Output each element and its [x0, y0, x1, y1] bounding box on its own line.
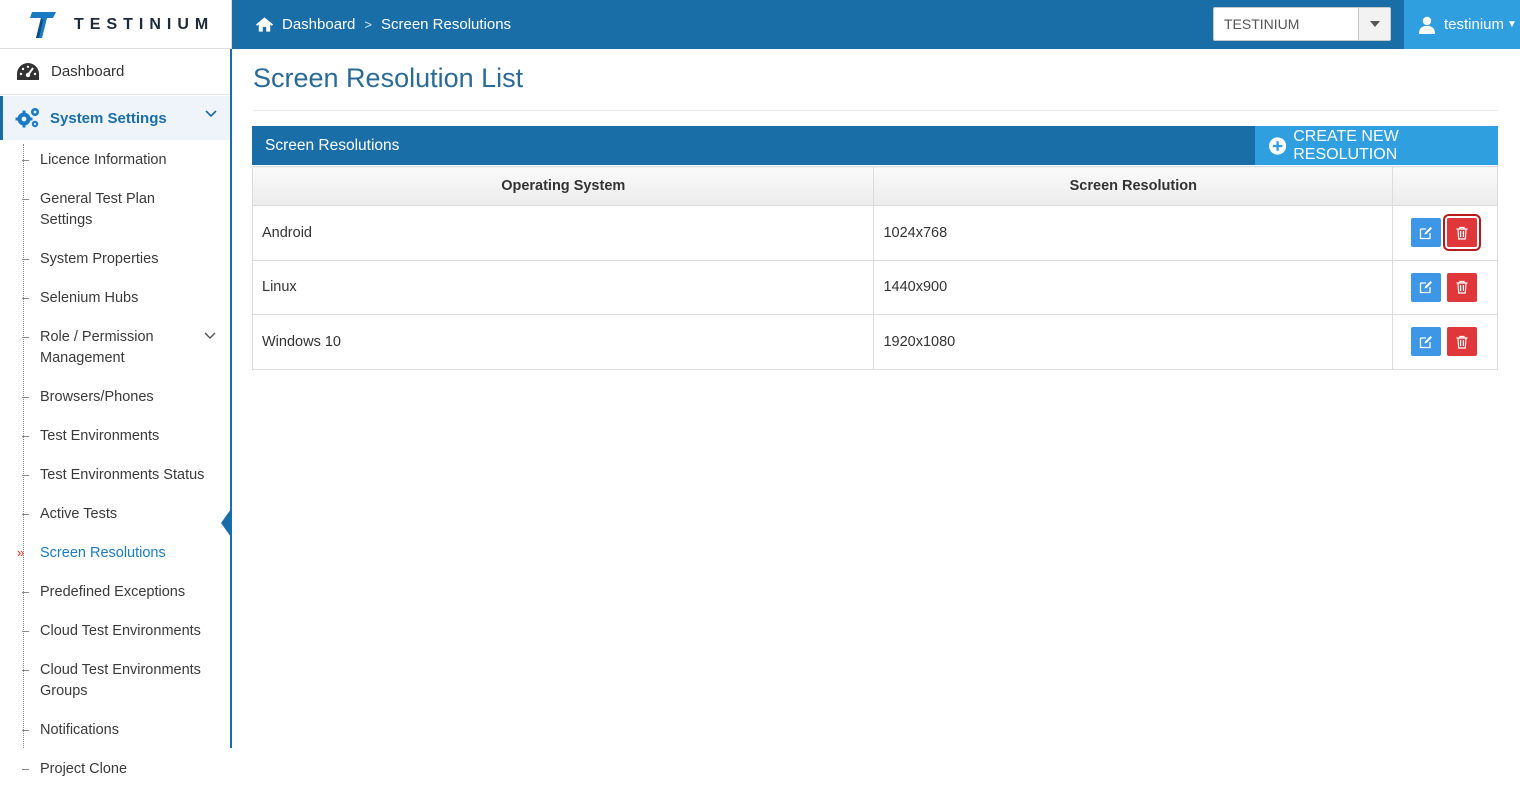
cell-screen-resolution: 1440x900 — [873, 259, 1394, 315]
sidebar-item-cloud-test-environments[interactable]: Cloud Test Environments — [0, 612, 230, 651]
sidebar-item-predefined-exceptions[interactable]: Predefined Exceptions — [0, 573, 230, 612]
sidebar-section-label: System Settings — [50, 109, 167, 127]
sidebar-item-test-environments[interactable]: Test Environments — [0, 417, 230, 456]
edit-icon — [1419, 335, 1433, 348]
project-select-value: TESTINIUM — [1224, 16, 1300, 32]
home-icon[interactable] — [255, 16, 274, 33]
sidebar-item-label: Cloud Test Environments — [40, 623, 201, 639]
table-row: Linux 1440x900 — [251, 259, 1498, 315]
edit-button[interactable] — [1411, 272, 1442, 302]
project-select[interactable]: TESTINIUM — [1213, 7, 1391, 41]
chevron-down-icon[interactable] — [204, 332, 216, 340]
column-header-screen-resolution[interactable]: Screen Resolution — [873, 166, 1394, 206]
cell-actions — [1392, 314, 1498, 370]
cell-actions — [1392, 259, 1498, 315]
sidebar-item-label: Selenium Hubs — [40, 290, 139, 306]
plus-circle-icon — [1269, 136, 1287, 155]
sidebar-item-label: Active Tests — [40, 506, 118, 522]
sidebar-submenu: Licence Information General Test Plan Se… — [0, 141, 230, 789]
sidebar-item-label: General Test Plan Settings — [40, 191, 155, 228]
panel-header: Screen Resolutions CREATE NEW RESOLUTION — [252, 126, 1498, 165]
chevron-down-icon[interactable] — [205, 110, 217, 118]
edit-icon — [1419, 226, 1433, 239]
sidebar-item-label: Test Environments Status — [40, 467, 205, 483]
sidebar-item-label: Licence Information — [40, 152, 167, 168]
delete-button[interactable] — [1447, 327, 1478, 356]
sidebar-item-browsers-phones[interactable]: Browsers/Phones — [0, 378, 230, 417]
sidebar-item-label: Notifications — [40, 722, 119, 738]
logo-text: TESTINIUM — [74, 16, 215, 33]
edit-icon — [1419, 281, 1433, 294]
column-header-operating-system[interactable]: Operating System — [251, 166, 875, 206]
trash-icon — [1456, 280, 1468, 294]
sidebar-item-licence-information[interactable]: Licence Information — [0, 141, 230, 180]
breadcrumb-separator: > — [364, 17, 372, 32]
sidebar-item-role-permission-management[interactable]: Role / Permission Management — [0, 318, 230, 378]
double-chevron-right-icon: » — [17, 545, 25, 560]
user-name: testinium — [1444, 16, 1505, 33]
trash-icon — [1456, 335, 1468, 349]
column-header-actions — [1392, 166, 1498, 206]
breadcrumb-current: Screen Resolutions — [380, 16, 512, 33]
sidebar-item-label: Project Clone — [40, 761, 128, 777]
breadcrumb-dashboard[interactable]: Dashboard — [282, 16, 355, 33]
cell-screen-resolution: 1024x768 — [873, 205, 1394, 261]
panel-title: Screen Resolutions — [265, 137, 400, 154]
sidebar-item-active-tests[interactable]: Active Tests — [0, 495, 230, 534]
caret-down-icon: ▼ — [1507, 19, 1517, 30]
top-bar: TESTINIUM Dashboard > Screen Resolutions… — [0, 0, 1520, 49]
sidebar-item-selenium-hubs[interactable]: Selenium Hubs — [0, 279, 230, 318]
sidebar-item-system-properties[interactable]: System Properties — [0, 240, 230, 279]
table-row: Android 1024x768 — [251, 205, 1498, 261]
edit-button[interactable] — [1411, 218, 1442, 247]
sidebar-item-label: Browsers/Phones — [40, 389, 154, 405]
sidebar-item-label: Cloud Test Environments Groups — [40, 662, 201, 699]
breadcrumb: Dashboard > Screen Resolutions — [255, 0, 511, 49]
sidebar-item-test-environments-status[interactable]: Test Environments Status — [0, 456, 230, 495]
sidebar-item-label: Role / Permission Management — [40, 329, 154, 366]
cell-screen-resolution: 1920x1080 — [873, 314, 1394, 370]
chevron-down-icon[interactable] — [1358, 8, 1390, 40]
sidebar: Dashboard System Settings Licence Inform… — [0, 49, 232, 777]
cell-actions — [1392, 205, 1498, 261]
user-menu[interactable]: testinium ▼ — [1404, 0, 1520, 49]
cell-operating-system: Android — [251, 205, 875, 261]
table-row: Windows 10 1920x1080 — [251, 314, 1498, 370]
sidebar-item-notifications[interactable]: Notifications — [0, 711, 230, 750]
edit-button[interactable] — [1411, 327, 1442, 356]
active-item-pointer — [221, 509, 231, 537]
delete-button[interactable] — [1447, 272, 1478, 302]
create-new-resolution-button[interactable]: CREATE NEW RESOLUTION — [1255, 126, 1498, 165]
sidebar-item-general-test-plan-settings[interactable]: General Test Plan Settings — [0, 180, 230, 240]
dashboard-icon — [17, 62, 39, 80]
sidebar-item-label: System Properties — [40, 251, 159, 267]
create-button-label: CREATE NEW RESOLUTION — [1293, 127, 1399, 163]
logo[interactable]: TESTINIUM — [0, 0, 232, 49]
sidebar-item-label: Screen Resolutions — [40, 545, 166, 561]
cell-operating-system: Linux — [251, 259, 875, 315]
sidebar-item-label: Test Environments — [40, 428, 160, 444]
table-header-row: Operating System Screen Resolution — [251, 166, 1498, 206]
sidebar-section-system-settings[interactable]: System Settings — [0, 96, 230, 140]
trash-icon — [1456, 226, 1468, 240]
page-title: Screen Resolution List — [253, 63, 524, 93]
sidebar-item-project-clone[interactable]: Project Clone — [0, 750, 230, 789]
logo-mark-icon — [30, 12, 56, 38]
sidebar-item-label: Dashboard — [51, 63, 125, 80]
sidebar-item-screen-resolutions[interactable]: » Screen Resolutions — [0, 534, 230, 573]
user-icon — [1419, 16, 1435, 34]
gears-icon — [15, 108, 39, 128]
sidebar-item-label: Predefined Exceptions — [40, 584, 186, 600]
delete-button[interactable] — [1443, 214, 1482, 251]
cell-operating-system: Windows 10 — [251, 314, 875, 370]
resolutions-table: Operating System Screen Resolution Andro… — [251, 166, 1498, 370]
divider — [253, 110, 1498, 111]
sidebar-item-cloud-test-environments-groups[interactable]: Cloud Test Environments Groups — [0, 651, 230, 711]
sidebar-item-dashboard[interactable]: Dashboard — [0, 49, 230, 95]
